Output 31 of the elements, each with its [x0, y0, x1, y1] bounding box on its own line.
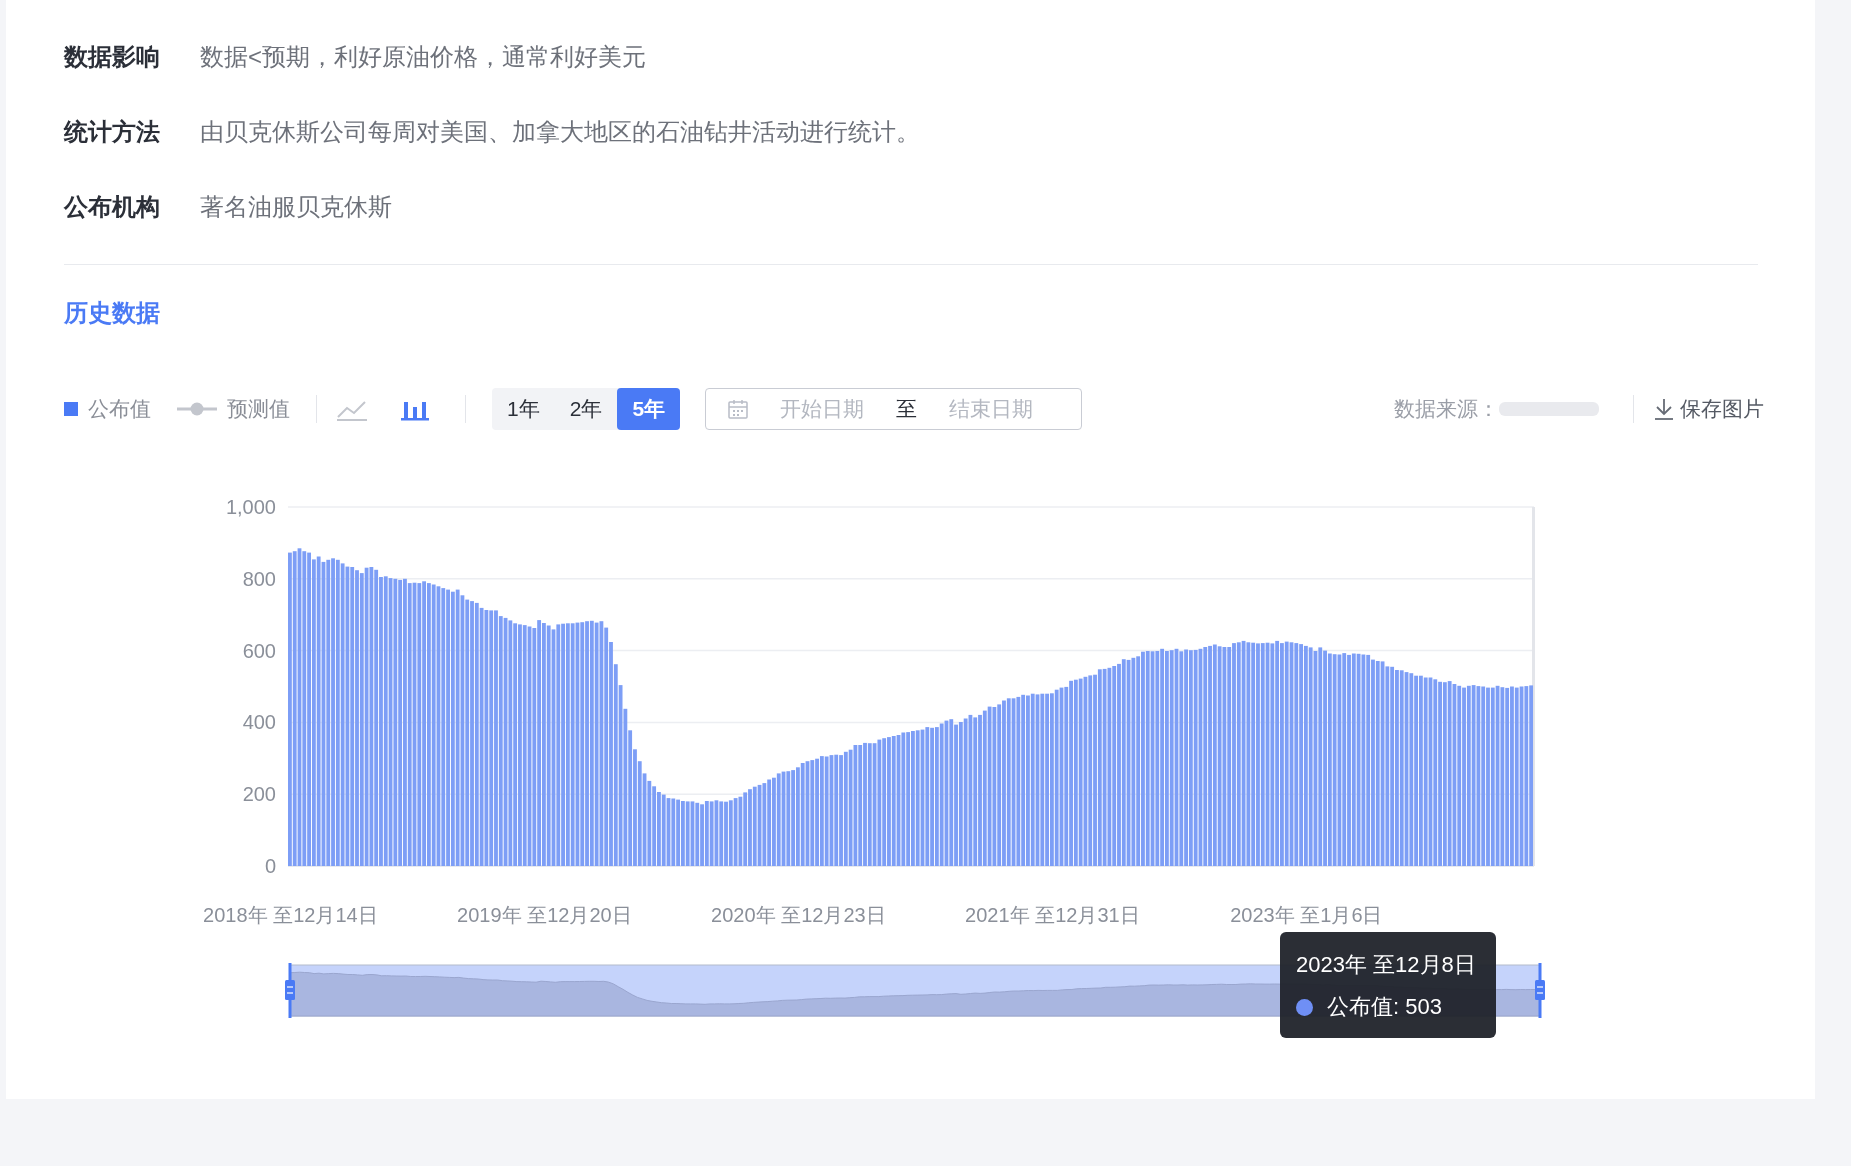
x-axis-label: 2023年 至1月6日	[1230, 904, 1383, 926]
field-label: 统计方法	[64, 117, 161, 147]
y-axis-label: 600	[242, 639, 276, 662]
x-axis-label: 2020年 至12月23日	[711, 904, 886, 926]
section-title: 历史数据	[64, 298, 160, 328]
date-range-picker[interactable]: 开始日期 至 结束日期	[705, 388, 1083, 430]
start-date-input[interactable]: 开始日期	[770, 396, 875, 422]
field-label: 公布机构	[64, 192, 161, 222]
y-axis-label: 0	[264, 855, 276, 877]
range-separator: 至	[896, 396, 918, 422]
legend-label: 公布值	[88, 396, 151, 422]
y-axis-label: 400	[242, 711, 276, 734]
tooltip-value: 公布值: 503	[1327, 993, 1442, 1021]
tooltip-title: 2023年 至12月8日	[1296, 951, 1477, 979]
y-axis-label: 800	[242, 567, 276, 590]
field-label: 数据影响	[64, 42, 161, 72]
x-axis-label: 2019年 至12月20日	[457, 904, 632, 926]
field-value: 数据<预期，利好原油价格，通常利好美元	[200, 42, 646, 72]
field-value: 著名油服贝克休斯	[200, 192, 392, 222]
field-value: 由贝克休斯公司每周对美国、加拿大地区的石油钻井活动进行统计。	[200, 117, 920, 147]
x-axis-label: 2018年 至12月14日	[203, 904, 378, 926]
range-tab[interactable]: 1年	[492, 388, 555, 430]
x-axis-label: 2021年 至12月31日	[965, 904, 1140, 926]
range-tab[interactable]: 5年	[617, 388, 681, 430]
range-tab[interactable]: 2年	[554, 388, 618, 430]
source-label: 数据来源：	[1394, 396, 1499, 422]
legend-label: 预测值	[227, 396, 290, 422]
end-date-input[interactable]: 结束日期	[939, 396, 1044, 422]
save-image-button[interactable]: 保存图片	[1654, 395, 1764, 423]
y-axis-label: 200	[242, 783, 276, 806]
y-axis-label: 1,000	[225, 496, 276, 518]
